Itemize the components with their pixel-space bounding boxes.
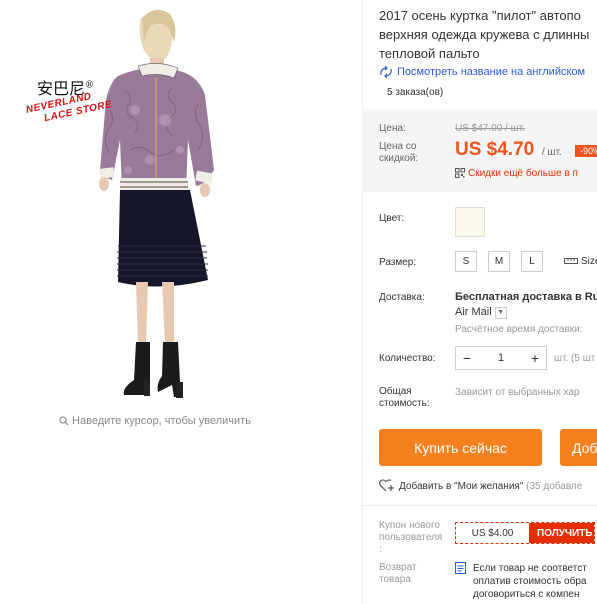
returns-label: Возврат товара: [379, 562, 417, 586]
title-line: 2017 осень куртка "пилот" автопо: [379, 8, 581, 23]
returns-label-line: Возврат: [379, 562, 417, 573]
discount-price-label-line: Цена со: [379, 141, 417, 152]
coupon-amount: US $4.00: [456, 523, 529, 543]
size-label: Размер:: [379, 257, 417, 268]
size-option-m[interactable]: M: [488, 251, 510, 272]
add-to-wishlist-link[interactable]: Добавить в "Мои желания" (35 добавле: [379, 479, 582, 492]
shipping-label: Доставка:: [379, 292, 425, 303]
translate-icon: [380, 65, 392, 79]
shipping-main: Бесплатная доставка в Ru: [455, 291, 597, 303]
color-swatch[interactable]: [455, 207, 485, 237]
shipping-method-select[interactable]: Air Mail ▼: [455, 306, 507, 319]
shipping-time: Расчётное время доставки:: [455, 324, 583, 335]
total-value: Зависит от выбранных хар: [455, 387, 580, 398]
price-label: Цена:: [379, 123, 406, 134]
product-image[interactable]: [0, 0, 362, 410]
product-info: 2017 осень куртка "пилот" автопо верхняя…: [362, 0, 597, 604]
quantity-increase-button[interactable]: +: [524, 350, 546, 366]
total-label-line: Общая: [379, 386, 412, 397]
quantity-unit-info: шт. (5 шт: [554, 353, 596, 364]
returns-text: Если товар не соответст оплатив стоимост…: [473, 562, 587, 601]
shipping-method[interactable]: Air Mail: [455, 306, 492, 318]
search-icon: [59, 416, 69, 426]
quantity-input[interactable]: 1: [478, 352, 524, 364]
store-logo-reg: ®: [85, 80, 95, 91]
title-line: верхняя одежда кружева с длинны: [379, 27, 590, 42]
quantity-decrease-button[interactable]: −: [456, 350, 478, 366]
translate-title-link[interactable]: Посмотреть название на английском: [379, 65, 585, 79]
returns-text-line: Если товар не соответст: [473, 563, 587, 574]
qr-code-icon: [455, 168, 465, 178]
product-gallery: 安巴尼® NEVERLAND LACE STORE Наведите курсо…: [0, 0, 362, 604]
color-label: Цвет:: [379, 213, 405, 224]
zoom-hint-text: Наведите курсор, чтобы увеличить: [72, 415, 251, 427]
heart-plus-icon: [379, 479, 394, 492]
size-option-s[interactable]: S: [455, 251, 477, 272]
discount-price-label: Цена со скидкой:: [379, 141, 418, 165]
coupon-label-line: пользователя: [379, 532, 443, 543]
app-discount-text[interactable]: Скидки ещё больше в п: [468, 168, 578, 179]
quantity-label: Количество:: [379, 353, 436, 364]
buy-now-button[interactable]: Купить сейчас: [379, 429, 542, 466]
chevron-down-icon[interactable]: ▼: [494, 307, 507, 319]
title-line: тепловой пальто: [379, 46, 480, 61]
ruler-icon: [564, 258, 578, 264]
new-user-coupon: US $4.00 ПОЛУЧИТЬ: [455, 522, 595, 544]
wishlist-count: (35 добавле: [526, 481, 583, 492]
get-coupon-button[interactable]: ПОЛУЧИТЬ: [529, 523, 594, 543]
section-divider: [362, 505, 597, 506]
document-icon: [455, 562, 466, 574]
zoom-hint: Наведите курсор, чтобы увеличить: [0, 415, 310, 427]
total-label: Общая стоимость:: [379, 386, 430, 410]
coupon-label-line: Купон нового: [379, 520, 440, 531]
new-user-coupon-label: Купон нового пользователя :: [379, 520, 442, 556]
orders-count: 5 заказа(ов): [387, 87, 444, 98]
returns-text-line: оплатив стоимость обра: [473, 576, 587, 587]
store-watermark: 安巴尼® NEVERLAND LACE STORE: [25, 75, 115, 129]
discount-price-label-line: скидкой:: [379, 153, 419, 164]
size-option-l[interactable]: L: [521, 251, 543, 272]
wishlist-text[interactable]: Добавить в "Мои желания": [399, 481, 523, 492]
coupon-label-line: :: [379, 544, 382, 555]
app-discount-link[interactable]: Скидки ещё больше в п: [455, 168, 578, 179]
price-unit: / шт.: [542, 147, 562, 158]
add-to-cart-button[interactable]: Доб: [560, 429, 597, 466]
discount-badge: -90%: [575, 145, 597, 157]
old-price: US $47.00 / шт.: [455, 123, 525, 134]
translate-link-text[interactable]: Посмотреть название на английском: [397, 66, 585, 78]
returns-text-line: договориться с компен: [473, 589, 580, 600]
size-guide-text[interactable]: Size: [581, 256, 597, 267]
total-label-line: стоимость:: [379, 398, 430, 409]
product-title: 2017 осень куртка "пилот" автопо верхняя…: [379, 6, 597, 63]
quantity-stepper: − 1 +: [455, 346, 547, 370]
returns-label-line: товара: [379, 574, 411, 585]
current-price: US $4.70: [455, 139, 535, 160]
size-guide-link[interactable]: Size: [564, 256, 597, 267]
